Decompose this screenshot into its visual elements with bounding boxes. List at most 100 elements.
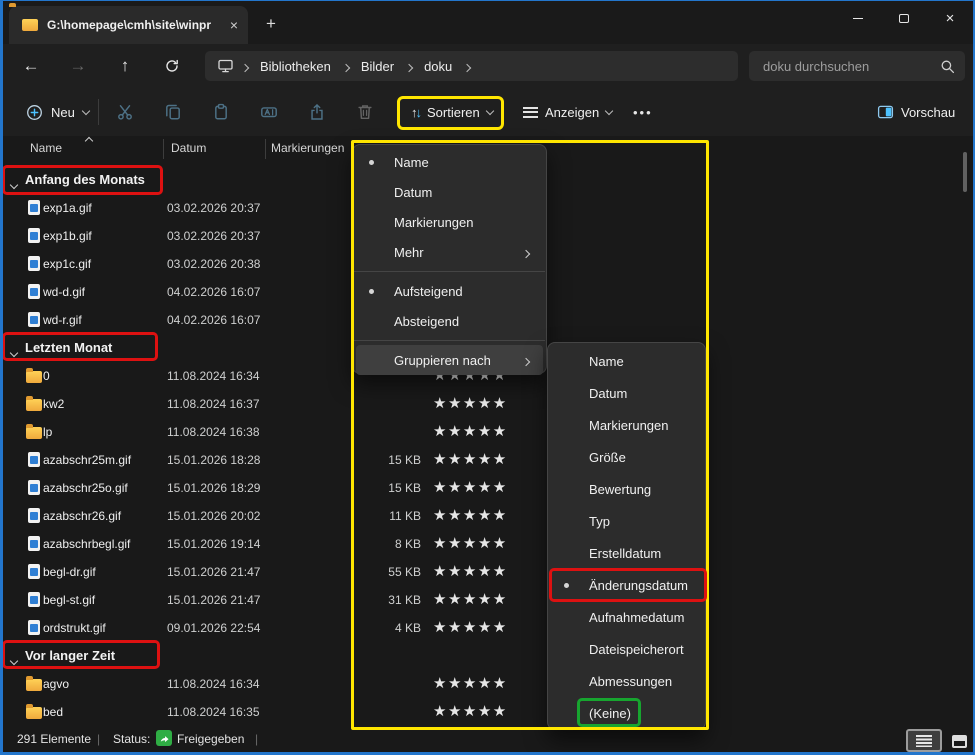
chevron-down-icon[interactable]: [11, 653, 17, 667]
close-button[interactable]: ×: [927, 1, 973, 35]
chevron-down-icon[interactable]: [11, 177, 17, 191]
chevron-right-icon[interactable]: [406, 59, 412, 74]
preview-toggle-button[interactable]: Vorschau: [869, 96, 963, 128]
file-name: ordstrukt.gif: [43, 621, 106, 635]
column-divider[interactable]: [163, 139, 164, 159]
cut-button[interactable]: [109, 96, 141, 128]
details-view-button[interactable]: [906, 729, 942, 752]
folder-icon: [26, 707, 42, 719]
column-header-datum[interactable]: Datum: [171, 141, 206, 155]
rating-stars: ★★★★★: [433, 534, 508, 552]
menu-item-mehr[interactable]: Mehr: [356, 237, 543, 267]
details-view-icon: [916, 735, 932, 747]
preview-button-label: Vorschau: [901, 105, 955, 120]
new-button[interactable]: Neu: [16, 96, 99, 128]
chevron-right-icon[interactable]: [343, 59, 349, 74]
menu-item-keine[interactable]: (Keine): [551, 697, 702, 729]
sort-button[interactable]: ↑↓ Sortieren: [403, 96, 501, 128]
explorer-tab[interactable]: G:\homepage\cmh\site\winpr ×: [9, 6, 248, 44]
search-input[interactable]: [761, 58, 940, 75]
chevron-right-icon[interactable]: [242, 59, 248, 74]
menu-item-markierungen[interactable]: Markierungen: [551, 409, 702, 441]
file-name: wd-d.gif: [43, 285, 85, 299]
view-button[interactable]: Anzeigen: [515, 96, 620, 128]
this-pc-icon[interactable]: [217, 58, 234, 74]
file-row-azabschrbegl-gif[interactable]: azabschrbegl.gif15.01.2026 19:148 KB★★★★…: [3, 530, 958, 558]
status-label: Status:: [113, 732, 150, 746]
rating-stars: ★★★★★: [433, 506, 508, 524]
file-date: 11.08.2024 16:38: [167, 425, 260, 439]
group-header-vor-langer-zeit[interactable]: Vor langer Zeit: [3, 642, 958, 670]
menu-item-typ[interactable]: Typ: [551, 505, 702, 537]
menu-item-markierungen[interactable]: Markierungen: [356, 207, 543, 237]
menu-item-gruppieren-nach[interactable]: Gruppieren nach: [356, 345, 543, 375]
copy-button[interactable]: [157, 96, 189, 128]
back-button[interactable]: ←: [15, 50, 47, 82]
file-name: azabschrbegl.gif: [43, 537, 130, 551]
tab-close-icon[interactable]: ×: [230, 18, 238, 32]
file-size: 11 KB: [349, 509, 421, 523]
chevron-right-icon[interactable]: [464, 59, 470, 74]
close-icon: ×: [946, 11, 955, 26]
menu-item-name[interactable]: Name: [356, 147, 543, 177]
menu-item-datum[interactable]: Datum: [551, 377, 702, 409]
file-row-lp[interactable]: lp11.08.2024 16:38★★★★★: [3, 418, 958, 446]
gif-file-icon: [28, 592, 40, 607]
file-row-azabschr25m-gif[interactable]: azabschr25m.gif15.01.2026 18:2815 KB★★★★…: [3, 446, 958, 474]
menu-item-abmessungen[interactable]: Abmessungen: [551, 665, 702, 697]
search-icon[interactable]: [940, 59, 955, 74]
status-divider: |: [255, 732, 258, 746]
menu-item-dateispeicherort[interactable]: Dateispeicherort: [551, 633, 702, 665]
column-divider[interactable]: [265, 139, 266, 159]
sort-ascending-caret-icon: [86, 133, 92, 147]
column-header-markierungen[interactable]: Markierungen: [271, 141, 344, 155]
rating-stars: ★★★★★: [433, 394, 508, 412]
menu-item-label: Gruppieren nach: [394, 353, 491, 368]
file-row-kw2[interactable]: kw211.08.2024 16:37★★★★★: [3, 390, 958, 418]
menu-item-name[interactable]: Name: [551, 345, 702, 377]
menu-item-aufsteigend[interactable]: Aufsteigend: [356, 276, 543, 306]
column-header-name[interactable]: Name: [30, 141, 62, 155]
chevron-right-icon: [523, 245, 529, 260]
thumbnail-view-icon: [952, 735, 967, 748]
menu-item-nderungsdatum[interactable]: Änderungsdatum: [551, 569, 702, 601]
refresh-button[interactable]: [156, 50, 188, 82]
share-button[interactable]: [301, 96, 333, 128]
file-row-begl-st-gif[interactable]: begl-st.gif15.01.2026 21:4731 KB★★★★★: [3, 586, 958, 614]
menu-item-aufnahmedatum[interactable]: Aufnahmedatum: [551, 601, 702, 633]
more-options-button[interactable]: •••: [625, 96, 661, 128]
file-row-begl-dr-gif[interactable]: begl-dr.gif15.01.2026 21:4755 KB★★★★★: [3, 558, 958, 586]
file-date: 15.01.2026 21:47: [167, 565, 260, 579]
menu-item-bewertung[interactable]: Bewertung: [551, 473, 702, 505]
file-row-azabschr26-gif[interactable]: azabschr26.gif15.01.2026 20:0211 KB★★★★★: [3, 502, 958, 530]
menu-item-absteigend[interactable]: Absteigend: [356, 306, 543, 336]
breadcrumb-item-bilder[interactable]: Bilder: [357, 59, 398, 74]
file-row-bed[interactable]: bed11.08.2024 16:35★★★★★: [3, 698, 958, 726]
maximize-button[interactable]: [881, 1, 927, 35]
breadcrumb-item-bibliotheken[interactable]: Bibliotheken: [256, 59, 335, 74]
delete-button[interactable]: [349, 96, 381, 128]
minimize-button[interactable]: [835, 1, 881, 35]
file-row-agvo[interactable]: agvo11.08.2024 16:34★★★★★: [3, 670, 958, 698]
menu-item-label: Name: [394, 155, 429, 170]
forward-button[interactable]: →: [62, 50, 94, 82]
new-tab-button[interactable]: +: [258, 12, 284, 36]
search-box[interactable]: [749, 51, 965, 81]
breadcrumb-item-doku[interactable]: doku: [420, 59, 456, 74]
chevron-down-icon[interactable]: [11, 345, 17, 359]
cut-icon: [116, 103, 134, 121]
sort-dropdown-menu: Name DatumMarkierungenMehr Aufsteigend Abst…: [352, 144, 547, 374]
menu-item-datum[interactable]: Datum: [356, 177, 543, 207]
file-row-ordstrukt-gif[interactable]: ordstrukt.gif09.01.2026 22:544 KB★★★★★: [3, 614, 958, 642]
file-date: 11.08.2024 16:37: [167, 397, 260, 411]
rename-button[interactable]: [253, 96, 285, 128]
up-button[interactable]: ↑: [109, 50, 141, 82]
menu-item-label: Absteigend: [394, 314, 459, 329]
paste-button[interactable]: [205, 96, 237, 128]
scrollbar-thumb[interactable]: [963, 152, 967, 192]
file-row-azabschr25o-gif[interactable]: azabschr25o.gif15.01.2026 18:2915 KB★★★★…: [3, 474, 958, 502]
thumbnail-view-button[interactable]: [947, 731, 971, 751]
shared-icon: [156, 730, 172, 746]
menu-item-gr-e[interactable]: Größe: [551, 441, 702, 473]
menu-item-erstelldatum[interactable]: Erstelldatum: [551, 537, 702, 569]
